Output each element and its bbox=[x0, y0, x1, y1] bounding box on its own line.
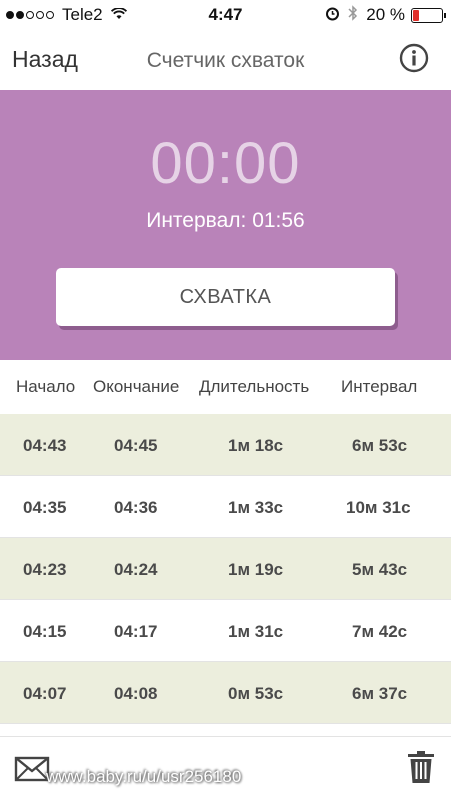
contractions-list: 04:43 04:45 1м 18с 6м 53с 04:35 04:36 1м… bbox=[0, 414, 451, 724]
table-row[interactable]: 04:07 04:08 0м 53с 6м 37с bbox=[0, 662, 451, 724]
watermark-text: www.baby.ru/u/usr256180 bbox=[46, 767, 242, 786]
row-start: 04:35 bbox=[23, 498, 67, 517]
row-interval: 7м 42с bbox=[352, 622, 408, 641]
alarm-icon bbox=[325, 6, 340, 25]
status-bar: Tele2 4:47 20 % bbox=[0, 0, 451, 30]
row-duration: 1м 33с bbox=[228, 498, 284, 517]
table-row[interactable]: 04:23 04:24 1м 19с 5м 43с bbox=[0, 538, 451, 600]
page-title: Счетчик схваток bbox=[146, 49, 305, 72]
table-header: Начало Окончание Длительность Интервал bbox=[0, 360, 451, 414]
table-row[interactable]: 04:15 04:17 1м 31с 7м 42с bbox=[0, 600, 451, 662]
contraction-button[interactable]: СХВАТКА bbox=[56, 268, 395, 326]
timer-panel: 00:00 Интервал: 01:56 СХВАТКА bbox=[0, 90, 451, 360]
header-end: Окончание bbox=[93, 377, 180, 396]
row-end: 04:45 bbox=[114, 436, 158, 455]
row-interval: 10м 31с bbox=[346, 498, 411, 517]
row-start: 04:43 bbox=[23, 436, 67, 455]
row-start: 04:23 bbox=[23, 560, 67, 579]
row-duration: 1м 31с bbox=[228, 622, 284, 641]
info-icon[interactable] bbox=[399, 43, 429, 73]
header-interval: Интервал bbox=[341, 377, 418, 396]
row-start: 04:07 bbox=[23, 684, 67, 703]
row-duration: 1м 19с bbox=[228, 560, 284, 579]
header-duration: Длительность bbox=[199, 377, 310, 396]
battery-icon bbox=[411, 7, 446, 23]
status-right: 20 % bbox=[325, 5, 446, 25]
navigation-bar: Назад Счетчик схваток bbox=[0, 30, 451, 90]
table-row[interactable]: 04:43 04:45 1м 18с 6м 53с bbox=[0, 414, 451, 476]
row-end: 04:36 bbox=[114, 498, 158, 517]
row-interval: 6м 53с bbox=[352, 436, 408, 455]
mail-icon[interactable] bbox=[14, 754, 50, 784]
row-duration: 1м 18с bbox=[228, 436, 284, 455]
table-row[interactable]: 04:35 04:36 1м 33с 10м 31с bbox=[0, 476, 451, 538]
row-duration: 0м 53с bbox=[228, 684, 284, 703]
current-interval: Интервал: 01:56 bbox=[146, 209, 305, 232]
row-interval: 5м 43с bbox=[352, 560, 408, 579]
battery-percent: 20 % bbox=[366, 5, 405, 24]
trash-icon[interactable] bbox=[407, 750, 435, 784]
row-end: 04:17 bbox=[114, 622, 158, 641]
bottom-toolbar: www.baby.ru/u/usr256180 bbox=[0, 736, 451, 800]
bluetooth-icon bbox=[348, 5, 358, 25]
row-start: 04:15 bbox=[23, 622, 67, 641]
row-end: 04:08 bbox=[114, 684, 158, 703]
timer-display: 00:00 bbox=[150, 131, 301, 196]
row-interval: 6м 37с bbox=[352, 684, 408, 703]
header-start: Начало bbox=[16, 377, 76, 396]
row-end: 04:24 bbox=[114, 560, 158, 579]
